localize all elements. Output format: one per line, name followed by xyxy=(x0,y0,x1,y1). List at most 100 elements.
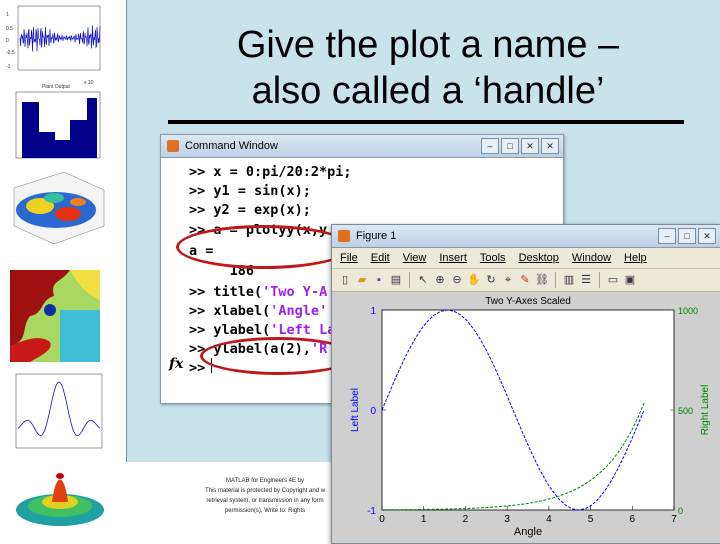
thumbnail-sinc-plot xyxy=(15,373,103,449)
x-tick-label: 1 xyxy=(421,514,427,525)
data-cursor-icon[interactable]: ⌖ xyxy=(501,273,515,287)
command-window-title: Command Window xyxy=(185,140,278,152)
command-prompt: >> xyxy=(189,202,214,218)
link-icon[interactable]: ⛓ xyxy=(535,273,549,287)
command-line: >> y2 = exp(x); xyxy=(189,202,311,218)
command-string: 'Two Y-A xyxy=(262,284,328,300)
thumb1-tick-5: -1 xyxy=(6,64,11,70)
thumbnail-fractal-image xyxy=(10,270,100,362)
menu-help[interactable]: Help xyxy=(624,248,647,268)
highlight-oval-plotyy xyxy=(176,225,352,269)
zoom-out-icon[interactable]: ⊖ xyxy=(450,273,464,287)
maximize-button[interactable]: □ xyxy=(501,138,519,154)
thumbnail-peak-surface xyxy=(16,473,104,526)
plot-area xyxy=(381,309,675,511)
right-tick-label: 1000 xyxy=(678,306,698,316)
figure-icon xyxy=(338,230,350,242)
slide-title-line-1: Give the plot a name – xyxy=(236,24,620,66)
left-tick-label: 1 xyxy=(370,306,376,317)
slide-credits: MATLAB for Engineers 4E by This material… xyxy=(190,476,340,516)
right-tick-label: 0 xyxy=(678,506,683,516)
plotyy-chart[interactable]: Two Y-Axes Scaled0 1 2 3 4 5 6 710-110005000Ang… xyxy=(332,292,720,543)
command-prompt: >> xyxy=(189,164,214,180)
show-tools-icon[interactable]: ▣ xyxy=(623,273,637,287)
menu-desktop[interactable]: Desktop xyxy=(519,248,559,268)
command-line: >> x = 0:pi/20:2*pi; xyxy=(189,164,352,180)
thumbnail-strip: 1 0.5 0 -0.5 -1 Plant Output x 10 xyxy=(0,0,126,540)
command-string: 'Angle' xyxy=(270,303,328,319)
menu-file[interactable]: File xyxy=(340,248,358,268)
command-code: y1 = sin(x); xyxy=(213,183,311,199)
menu-insert[interactable]: Insert xyxy=(439,248,467,268)
slide-title: Give the plot a name – also called a ‘ha… xyxy=(168,22,688,114)
command-line: >> title('Two Y-A xyxy=(189,284,327,300)
title-underline xyxy=(168,120,684,124)
credit-line: permission(s), Write to: Rights xyxy=(224,508,306,514)
rotate-icon[interactable]: ↻ xyxy=(484,273,498,287)
command-line: >> y1 = sin(x); xyxy=(189,183,311,199)
slide-title-line-2: also called a ‘handle’ xyxy=(251,70,605,112)
toolbar-separator xyxy=(409,272,410,288)
thumb1-tick-4: -0.5 xyxy=(6,50,15,56)
toolbar-separator xyxy=(555,272,556,288)
toolbar-separator xyxy=(599,272,600,288)
maximize-button[interactable]: □ xyxy=(678,228,696,244)
undock-button[interactable]: ✕ xyxy=(521,138,539,154)
zoom-in-icon[interactable]: ⊕ xyxy=(433,273,447,287)
command-prompt: >> xyxy=(189,183,214,199)
left-axis-label: Left Label xyxy=(350,388,361,432)
credit-line: This material is protected by Copyright … xyxy=(204,488,326,494)
menu-tools[interactable]: Tools xyxy=(480,248,506,268)
print-icon[interactable]: ▤ xyxy=(389,273,403,287)
legend-icon[interactable]: ☰ xyxy=(579,273,593,287)
thumb1-tick-1: 1 xyxy=(6,12,9,18)
open-folder-icon[interactable]: ▰ xyxy=(355,273,369,287)
figure-window[interactable]: Figure 1 ‒ □ ✕ File Edit View Insert Too… xyxy=(331,224,720,544)
x-tick-label: 7 xyxy=(671,514,677,525)
menu-edit[interactable]: Edit xyxy=(371,248,390,268)
hide-tools-icon[interactable]: ▭ xyxy=(606,273,620,287)
thumb1-tick-2: 0.5 xyxy=(6,26,13,32)
command-line: >> ylabel('Left La xyxy=(189,322,335,338)
new-file-icon[interactable]: ▯ xyxy=(338,273,352,287)
x-tick-label: 3 xyxy=(504,514,510,525)
colorbar-icon[interactable]: ▥ xyxy=(562,273,576,287)
pan-icon[interactable]: ✋ xyxy=(467,273,481,287)
close-button[interactable]: ✕ xyxy=(541,138,559,154)
menu-view[interactable]: View xyxy=(403,248,427,268)
thumb2-label: x 10 xyxy=(84,80,94,86)
matlab-icon xyxy=(167,140,179,152)
x-tick-label: 0 xyxy=(379,514,385,525)
command-code: xlabel( xyxy=(213,303,271,319)
arrow-icon[interactable]: ↖ xyxy=(416,273,430,287)
command-code: x = 0:pi/20:2*pi; xyxy=(213,164,352,180)
command-line: >> xlabel('Angle' xyxy=(189,303,327,319)
minimize-button[interactable]: ‒ xyxy=(658,228,676,244)
left-tick-label: -1 xyxy=(367,506,376,517)
command-prompt: >> xyxy=(189,322,214,338)
figure-toolbar: ▯ ▰ ▪ ▤ ↖ ⊕ ⊖ ✋ ↻ ⌖ ✎ ⛓ ▥ ☰ ▭ ▣ xyxy=(332,269,720,292)
x-tick-label: 6 xyxy=(630,514,636,525)
function-browser-icon[interactable]: fx xyxy=(169,356,183,372)
figure-menubar: File Edit View Insert Tools Desktop Wind… xyxy=(332,248,720,269)
close-button[interactable]: ✕ xyxy=(698,228,716,244)
command-window-titlebar[interactable]: Command Window ‒ □ ✕ ✕ xyxy=(161,135,563,158)
command-prompt: >> xyxy=(189,303,214,319)
thumbnail-surface-plot xyxy=(13,171,105,245)
menu-window[interactable]: Window xyxy=(572,248,611,268)
command-string: 'Left La xyxy=(270,322,336,338)
command-code: y2 = exp(x); xyxy=(213,202,311,218)
figure-window-titlebar[interactable]: Figure 1 ‒ □ ✕ xyxy=(332,225,720,248)
credit-line: retrieval system, or transmission in any… xyxy=(206,498,324,504)
thumb1-tick-3: 0 xyxy=(6,38,9,44)
x-tick-label: 4 xyxy=(546,514,552,525)
save-icon[interactable]: ▪ xyxy=(372,273,386,287)
brush-icon[interactable]: ✎ xyxy=(518,273,532,287)
thumbnail-bar-plot: Plant Output x 10 xyxy=(15,80,101,159)
command-code: title( xyxy=(213,284,263,300)
credit-line: MATLAB for Engineers 4E by xyxy=(226,478,304,484)
thumbnail-signal-plot: 1 0.5 0 -0.5 -1 xyxy=(6,5,101,71)
x-tick-label: 5 xyxy=(588,514,594,525)
minimize-button[interactable]: ‒ xyxy=(481,138,499,154)
figure-canvas[interactable]: Two Y-Axes Scaled 0 1 2 3 4 5 6 7 1 0 -1 1000 500 0 Ang… xyxy=(332,292,720,543)
